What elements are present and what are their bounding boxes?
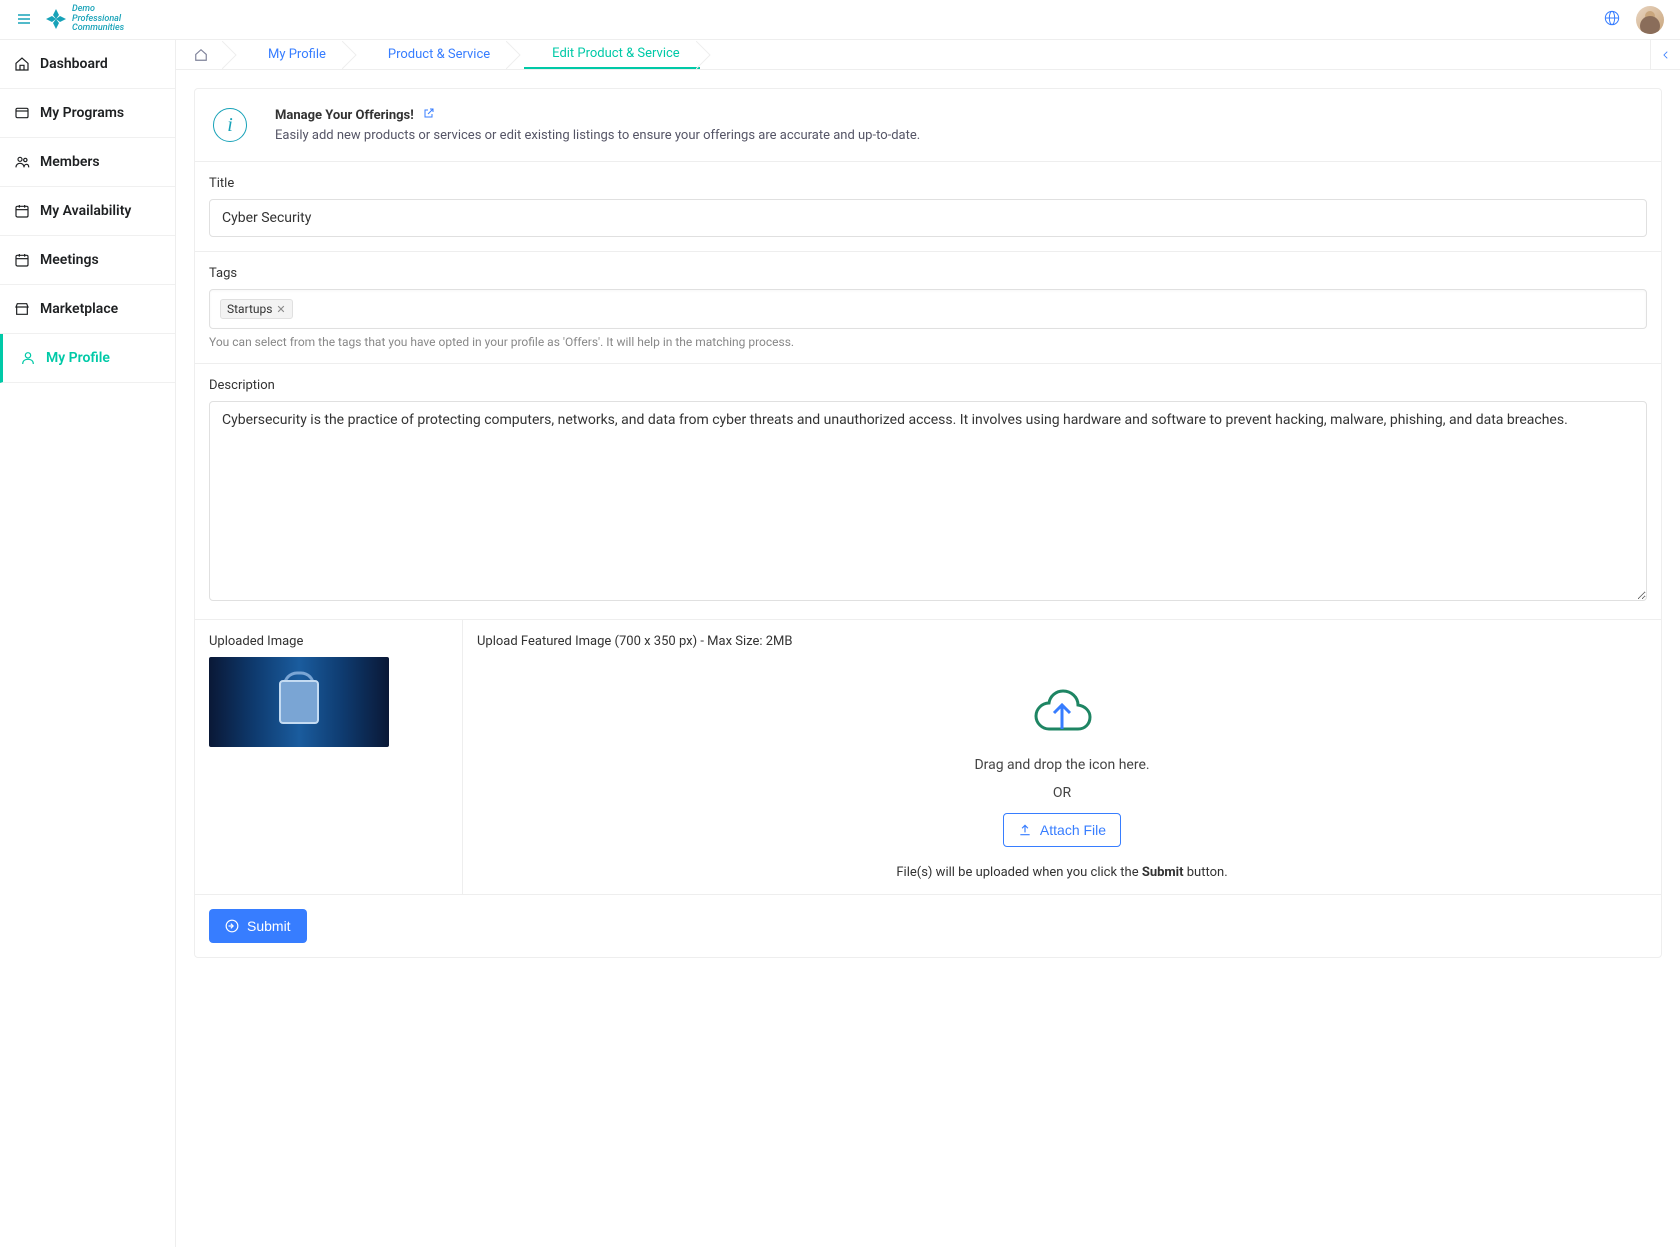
sidebar-item-label: My Availability xyxy=(40,203,131,219)
hamburger-icon[interactable] xyxy=(16,11,32,27)
logo[interactable]: Demo Professional Communities xyxy=(44,5,124,35)
info-title: Manage Your Offerings! xyxy=(275,108,414,123)
sidebar-item-label: Dashboard xyxy=(40,56,108,72)
logo-text: Demo Professional Communities xyxy=(72,5,124,35)
sidebar-item-meetings[interactable]: Meetings xyxy=(0,236,175,285)
upload-note: File(s) will be uploaded when you click … xyxy=(896,865,1227,880)
breadcrumb-my-profile[interactable]: My Profile xyxy=(240,40,346,69)
submit-section: Submit xyxy=(195,895,1661,957)
breadcrumb-collapse[interactable] xyxy=(1650,40,1680,70)
breadcrumb-edit-product-service[interactable]: Edit Product & Service xyxy=(524,40,700,69)
tag-chip-startups: Startups ✕ xyxy=(220,299,293,319)
breadcrumb-product-service[interactable]: Product & Service xyxy=(360,40,510,69)
description-section: Description xyxy=(195,364,1661,620)
cloud-upload-icon xyxy=(1028,685,1096,743)
home-icon xyxy=(14,56,30,72)
sidebar-item-label: Meetings xyxy=(40,252,99,268)
description-textarea[interactable] xyxy=(209,401,1647,601)
user-icon xyxy=(20,350,36,366)
tags-section: Tags Startups ✕ You can select from the … xyxy=(195,252,1661,364)
sidebar-item-label: My Programs xyxy=(40,105,124,121)
attach-file-button[interactable]: Attach File xyxy=(1003,813,1121,847)
sidebar: Dashboard My Programs Members My Availab… xyxy=(0,40,176,1247)
upload-featured-label: Upload Featured Image (700 x 350 px) - M… xyxy=(477,634,793,649)
sidebar-item-dashboard[interactable]: Dashboard xyxy=(0,40,175,89)
top-header: Demo Professional Communities xyxy=(0,0,1680,40)
breadcrumb-home[interactable] xyxy=(176,40,226,69)
globe-icon[interactable] xyxy=(1604,10,1620,30)
arrow-right-circle-icon xyxy=(225,919,239,933)
sidebar-item-label: Members xyxy=(40,154,100,170)
uploaded-image-label: Uploaded Image xyxy=(209,634,448,649)
upload-section: Uploaded Image Upload Featured Image (70… xyxy=(195,620,1661,895)
sidebar-item-my-programs[interactable]: My Programs xyxy=(0,89,175,138)
main-content: My Profile Product & Service Edit Produc… xyxy=(176,40,1680,1247)
tags-hint: You can select from the tags that you ha… xyxy=(209,335,1647,349)
home-icon xyxy=(194,48,208,62)
sidebar-item-marketplace[interactable]: Marketplace xyxy=(0,285,175,334)
sidebar-item-label: Marketplace xyxy=(40,301,118,317)
submit-label: Submit xyxy=(247,918,291,934)
store-icon xyxy=(14,301,30,317)
tag-remove-icon[interactable]: ✕ xyxy=(276,303,285,316)
or-text: OR xyxy=(1053,785,1071,801)
tag-label: Startups xyxy=(227,302,272,316)
external-link-icon[interactable] xyxy=(423,107,435,119)
calendar-icon xyxy=(14,203,30,219)
sidebar-item-label: My Profile xyxy=(46,350,110,366)
submit-button[interactable]: Submit xyxy=(209,909,307,943)
user-avatar[interactable] xyxy=(1636,6,1664,34)
uploaded-image-preview xyxy=(209,657,389,747)
calendar-icon xyxy=(14,252,30,268)
description-label: Description xyxy=(209,378,1647,393)
info-description: Easily add new products or services or e… xyxy=(275,128,920,143)
folder-icon xyxy=(14,105,30,121)
tags-input[interactable]: Startups ✕ xyxy=(209,289,1647,329)
title-section: Title xyxy=(195,162,1661,252)
attach-file-label: Attach File xyxy=(1040,822,1106,838)
upload-icon xyxy=(1018,823,1032,837)
breadcrumb: My Profile Product & Service Edit Produc… xyxy=(176,40,1680,70)
sidebar-item-my-availability[interactable]: My Availability xyxy=(0,187,175,236)
logo-icon xyxy=(44,7,68,31)
dragdrop-text: Drag and drop the icon here. xyxy=(974,757,1149,773)
title-label: Title xyxy=(209,176,1647,191)
chevron-left-icon xyxy=(1661,50,1671,60)
info-banner: i Manage Your Offerings! Easily add new … xyxy=(195,89,1661,162)
users-icon xyxy=(14,154,30,170)
info-icon: i xyxy=(213,108,247,142)
sidebar-item-members[interactable]: Members xyxy=(0,138,175,187)
tags-label: Tags xyxy=(209,266,1647,281)
sidebar-item-my-profile[interactable]: My Profile xyxy=(0,334,175,383)
title-input[interactable] xyxy=(209,199,1647,237)
edit-panel: i Manage Your Offerings! Easily add new … xyxy=(194,88,1662,958)
